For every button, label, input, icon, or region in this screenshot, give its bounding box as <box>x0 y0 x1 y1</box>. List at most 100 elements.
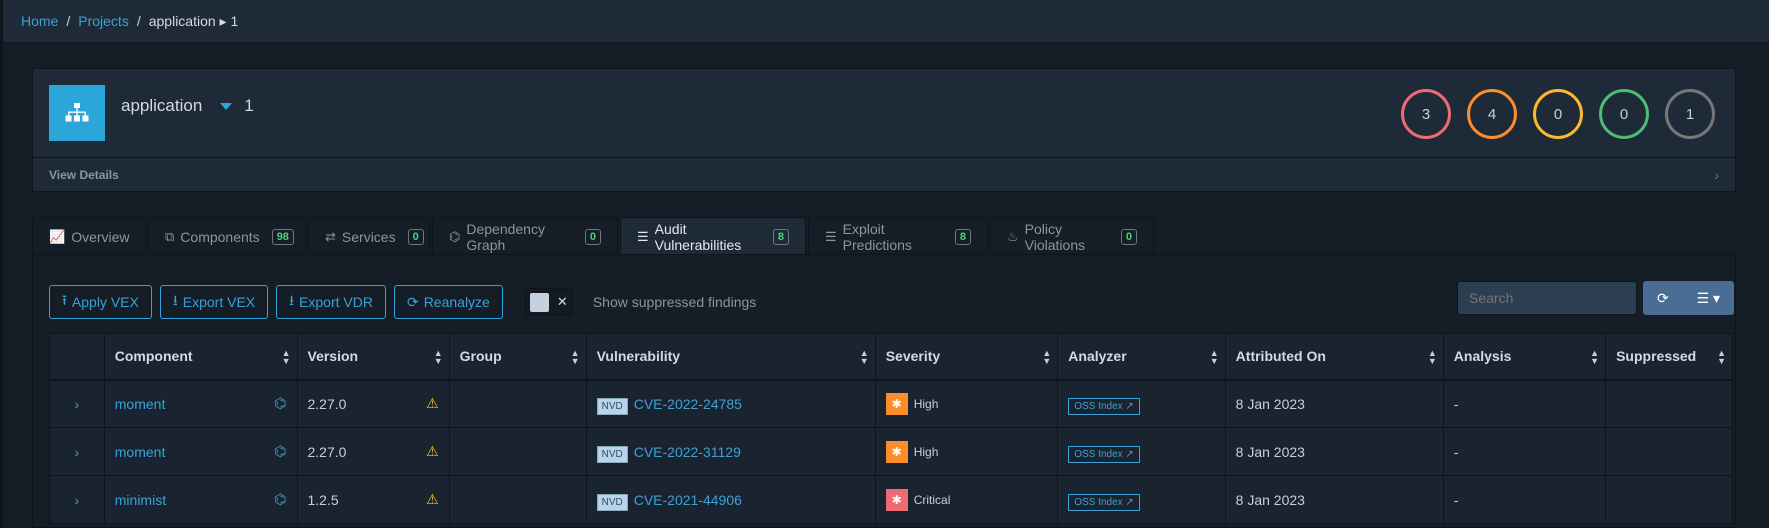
tab-label: Dependency Graph <box>466 220 545 253</box>
sort-icon[interactable]: ▲ ▼ <box>1042 349 1051 366</box>
tab-services[interactable]: ⇄ Services 0 <box>308 217 430 255</box>
cell-group <box>448 475 587 524</box>
export-vex-button[interactable]: ⭳ Export VEX <box>159 285 269 319</box>
component-link[interactable]: moment <box>115 444 166 460</box>
source-badge: NVD <box>596 397 628 415</box>
cell-vulnerability: NVD CVE-2021-44906 <box>585 475 876 524</box>
tab-label: Audit Vulnerabilities <box>654 220 742 253</box>
reanalyze-button[interactable]: ⟳ Reanalyze <box>393 285 503 319</box>
sitemap-icon[interactable]: ⌬ <box>274 395 286 412</box>
sort-icon[interactable]: ▲ ▼ <box>571 349 580 366</box>
export-vex-label: Export VEX <box>182 294 256 310</box>
cell-vulnerability: NVD CVE-2022-31129 <box>585 427 876 476</box>
tab-label: Components <box>180 228 260 245</box>
cubes-icon: ⧉ <box>165 228 175 244</box>
project-card: application 1 34001 View Details › <box>32 68 1736 192</box>
column-header-suppressed[interactable]: Suppressed ▲ ▼ <box>1605 333 1733 381</box>
expand-row-icon[interactable]: › <box>49 427 105 476</box>
breadcrumb-separator: / <box>66 13 71 29</box>
sort-icon[interactable]: ▲ ▼ <box>434 349 443 366</box>
tab-exploit-predictions[interactable]: ☰ Exploit Predictions 8 <box>808 217 988 255</box>
severity-label: High <box>913 396 939 411</box>
version-value: 2.27.0 <box>307 395 347 412</box>
apply-vex-button[interactable]: ⭱ Apply VEX <box>49 285 152 319</box>
project-title[interactable]: application 1 <box>121 96 254 116</box>
column-header-version[interactable]: Version ▲ ▼ <box>296 333 450 381</box>
column-header-analyzer[interactable]: Analyzer ▲ ▼ <box>1057 333 1226 381</box>
tab-dependency-graph[interactable]: ⌬ Dependency Graph 0 <box>432 217 618 255</box>
vulnerability-link[interactable]: CVE-2021-44906 <box>634 492 742 508</box>
tasks-icon: ☰ <box>825 228 837 244</box>
component-cell: moment ⌬ <box>115 395 287 412</box>
breadcrumb-projects[interactable]: Projects <box>78 13 129 30</box>
tab-label: Services <box>341 228 396 245</box>
sort-icon[interactable]: ▲ ▼ <box>1590 349 1599 366</box>
cell-vulnerability: NVD CVE-2022-24785 <box>585 379 876 428</box>
caret-down-icon[interactable] <box>220 102 233 110</box>
cell-attributed-on: 8 Jan 2023 <box>1224 379 1444 428</box>
severity-badge: ✱ High <box>885 392 939 415</box>
columns-toggle-icon[interactable]: ☰ ▾ <box>1697 290 1720 307</box>
tab-overview[interactable]: 📈 Overview <box>32 217 146 255</box>
bug-icon: ✱ <box>885 392 908 415</box>
export-vdr-button[interactable]: ⭳ Export VDR <box>276 285 386 319</box>
tab-audit-vulnerabilities[interactable]: ☰ Audit Vulnerabilities 8 <box>620 217 806 255</box>
tab-policy-violations[interactable]: ♨ Policy Violations 0 <box>990 217 1154 255</box>
sort-icon[interactable]: ▲ ▼ <box>1210 349 1219 366</box>
export-vdr-label: Export VDR <box>299 294 373 310</box>
sort-icon[interactable]: ▲ ▼ <box>860 349 869 366</box>
breadcrumb-home[interactable]: Home <box>21 13 58 30</box>
component-link[interactable]: minimist <box>115 492 166 508</box>
sitemap-icon[interactable]: ⌬ <box>274 491 286 508</box>
tab-label: Policy Violations <box>1024 220 1086 253</box>
analyzer-link[interactable]: OSS Index ↗ <box>1068 397 1140 415</box>
cell-component: moment ⌬ <box>103 379 298 428</box>
component-link[interactable]: moment <box>115 396 166 412</box>
cell-analyzer: OSS Index ↗ <box>1057 379 1226 428</box>
column-header-analysis[interactable]: Analysis ▲ ▼ <box>1442 333 1607 381</box>
toggle-box <box>529 292 549 312</box>
upload-icon: ⭱ <box>62 292 67 308</box>
tab-label: Overview <box>71 228 130 245</box>
cell-version: 2.27.0 ⚠ <box>296 427 450 476</box>
tab-badge: 0 <box>407 228 424 245</box>
download-icon: ⭳ <box>289 292 295 308</box>
sort-icon[interactable]: ▲ ▼ <box>282 349 291 366</box>
analyzer-link[interactable]: OSS Index ↗ <box>1068 445 1140 463</box>
column-header-vulnerability[interactable]: Vulnerability ▲ ▼ <box>585 333 876 381</box>
version-value: 1.2.5 <box>307 491 339 508</box>
toggle-x-icon: ✕ <box>556 294 568 309</box>
severity-count-low: 0 <box>1599 89 1649 139</box>
tab-components[interactable]: ⧉ Components 98 <box>148 217 306 255</box>
component-cell: moment ⌬ <box>115 443 287 460</box>
severity-badge: ✱ Critical <box>885 488 950 511</box>
tab-badge: 0 <box>1120 228 1137 245</box>
analyzer-link[interactable]: OSS Index ↗ <box>1068 493 1140 511</box>
column-header-component[interactable]: Component ▲ ▼ <box>103 333 298 381</box>
cell-analysis: - <box>1442 427 1607 476</box>
warning-icon: ⚠ <box>426 443 439 459</box>
sort-icon[interactable]: ▲ ▼ <box>1717 349 1726 366</box>
table-row: › moment ⌬ 2.27.0 ⚠ NVD CVE-2022-24785 ✱ High OSS… <box>49 379 1733 428</box>
table-row: › moment ⌬ 2.27.0 ⚠ NVD CVE-2022-31129 ✱ High OSS… <box>49 427 1733 476</box>
breadcrumb: Home / Projects / application ▸ 1 <box>21 13 238 30</box>
column-header-severity[interactable]: Severity ▲ ▼ <box>874 333 1059 381</box>
version-cell: 2.27.0 ⚠ <box>308 443 439 460</box>
expand-row-icon[interactable]: › <box>49 379 105 428</box>
cell-group <box>448 379 587 428</box>
column-header-attributed-on[interactable]: Attributed On ▲ ▼ <box>1224 333 1444 381</box>
cell-version: 2.27.0 ⚠ <box>296 379 450 428</box>
refresh-icon[interactable]: ⟳ <box>1657 290 1669 307</box>
expand-row-icon[interactable]: › <box>49 475 105 524</box>
column-header-group[interactable]: Group ▲ ▼ <box>448 333 587 381</box>
sort-icon[interactable]: ▲ ▼ <box>1428 349 1437 366</box>
show-suppressed-toggle[interactable]: ✕ <box>524 288 573 316</box>
cell-attributed-on: 8 Jan 2023 <box>1224 427 1444 476</box>
sitemap-icon[interactable]: ⌬ <box>274 443 286 460</box>
vulnerability-link[interactable]: CVE-2022-24785 <box>634 396 742 412</box>
search-input[interactable] <box>1457 281 1637 315</box>
view-details-bar[interactable]: View Details › <box>33 157 1735 192</box>
vulnerability-link[interactable]: CVE-2022-31129 <box>634 444 741 460</box>
cell-version: 1.2.5 ⚠ <box>296 475 450 524</box>
sitemap-icon: ⌬ <box>449 228 461 244</box>
